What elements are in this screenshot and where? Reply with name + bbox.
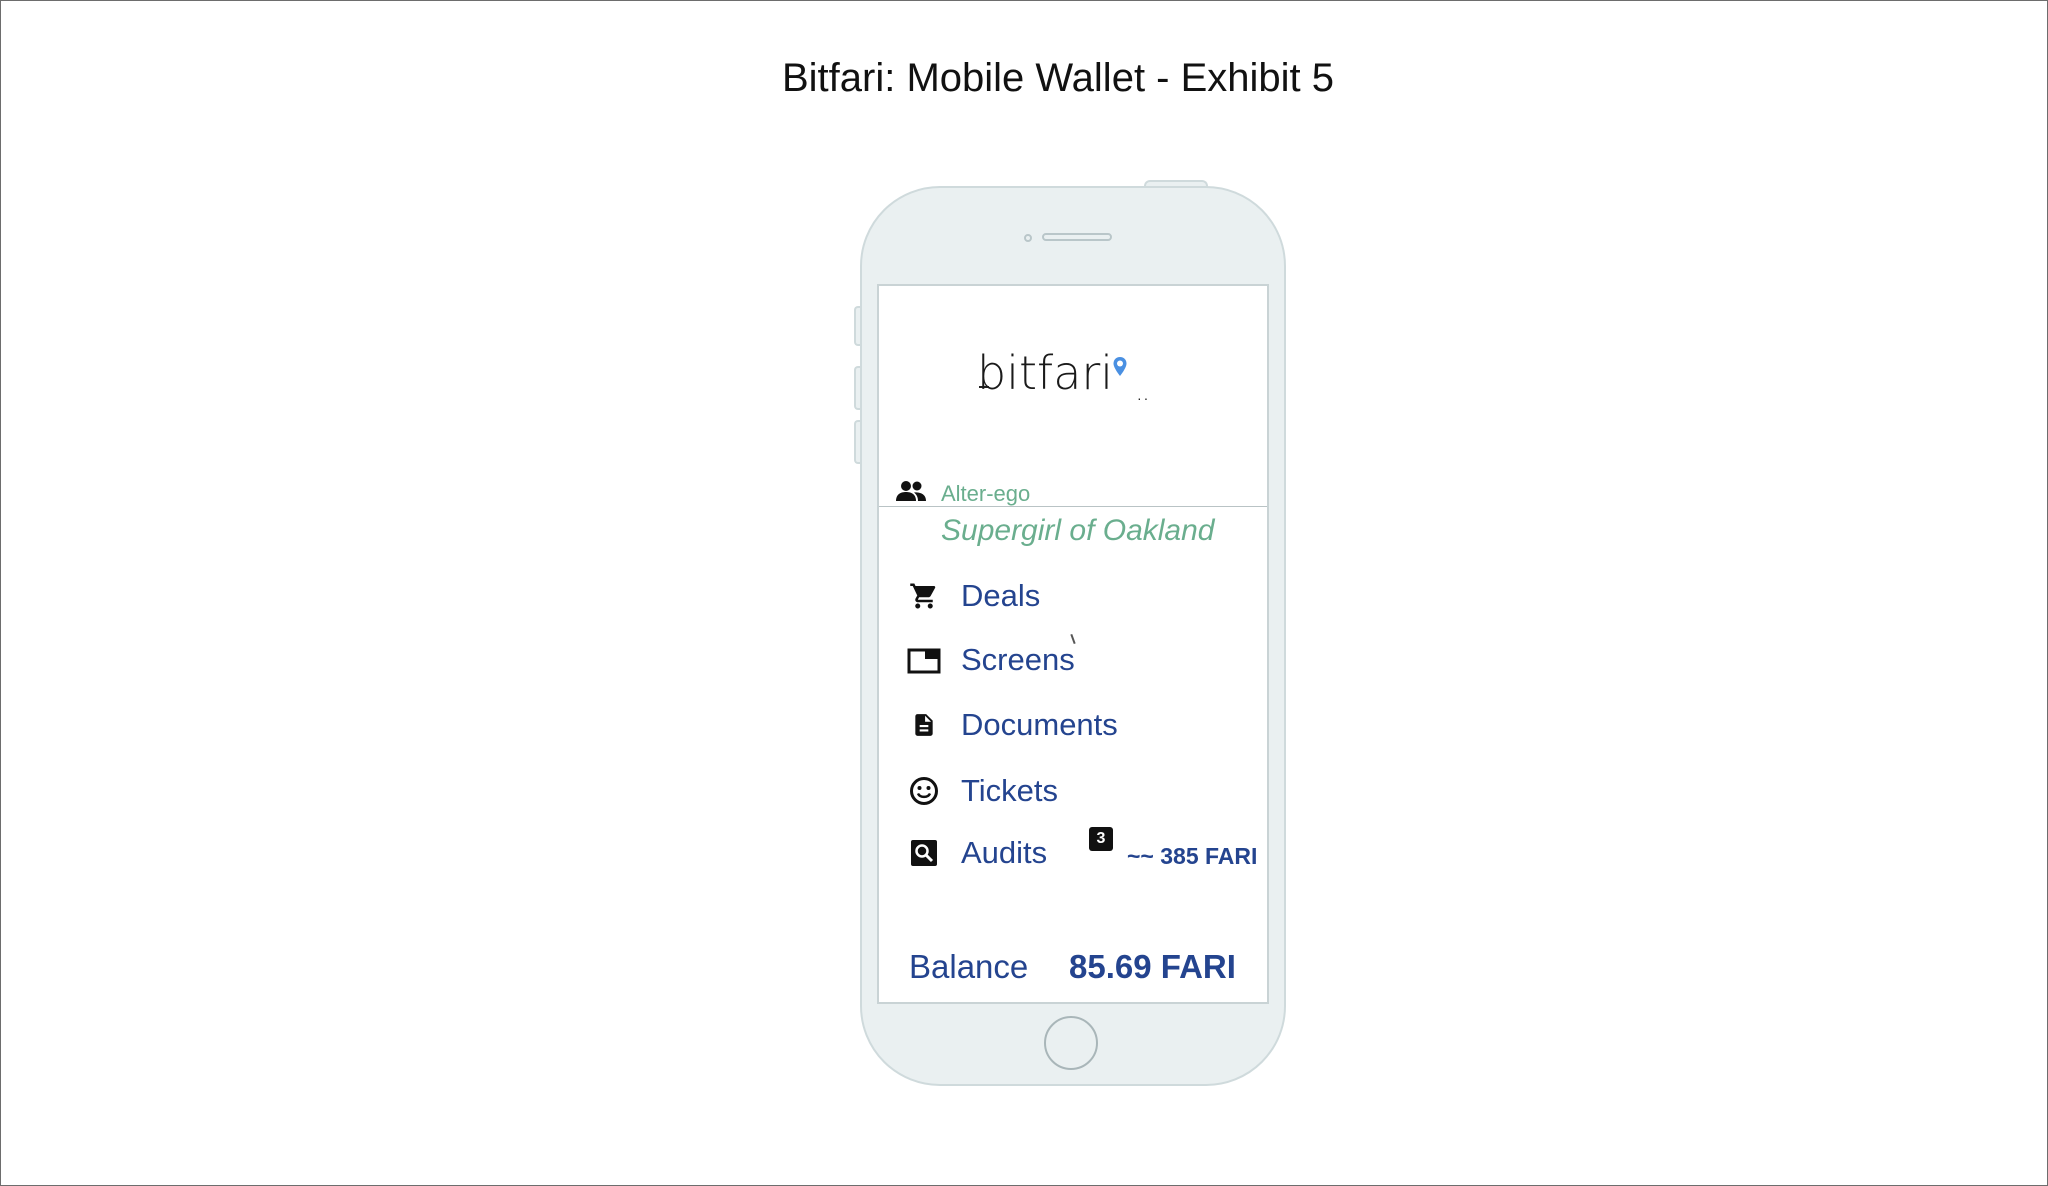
earpiece-speaker — [1042, 233, 1112, 241]
menu-item-tickets[interactable]: Tickets — [907, 771, 1247, 811]
phone-screen: bitfari ·· Alter-ego Supergirl of Oaklan… — [877, 284, 1269, 1004]
cart-icon — [907, 579, 941, 613]
menu-item-deals[interactable]: Deals — [907, 576, 1247, 616]
menu-label-screens: Screens — [961, 642, 1075, 677]
app-header: bitfari ·· Alter-ego — [879, 286, 1267, 507]
alter-ego-value: Supergirl of Oakland — [941, 514, 1215, 547]
menu-item-audits[interactable]: Audits 3 ~~ 385 FARI — [907, 827, 1257, 873]
front-camera — [1024, 234, 1032, 242]
smiley-icon — [907, 774, 941, 808]
menu-label-audits: Audits — [961, 835, 1048, 870]
menu-label-tickets: Tickets — [961, 773, 1059, 808]
location-pin-icon — [1113, 357, 1127, 376]
document-icon — [907, 708, 941, 742]
balance-label: Balance — [909, 948, 1029, 985]
people-icon — [896, 481, 926, 501]
exhibit-title: Bitfari: Mobile Wallet - Exhibit 5 — [781, 56, 1335, 100]
screen-icon — [907, 643, 941, 677]
audits-count-badge: 3 — [1089, 827, 1113, 851]
alter-ego-label: Alter-ego — [941, 481, 1031, 506]
logo-dots: ·· — [1137, 390, 1151, 406]
home-button[interactable] — [1044, 1016, 1098, 1070]
menu-label-documents: Documents — [961, 707, 1118, 742]
balance-value: 85.69 FARI — [1069, 948, 1236, 985]
menu-item-documents[interactable]: Documents — [907, 705, 1247, 745]
bitfari-logo: bitfari — [977, 346, 1114, 400]
search-icon — [907, 836, 941, 870]
audits-amount: ~~ 385 FARI — [1127, 843, 1258, 869]
menu-item-screens[interactable]: Screens — [907, 640, 1247, 680]
menu-label-deals: Deals — [961, 578, 1041, 613]
